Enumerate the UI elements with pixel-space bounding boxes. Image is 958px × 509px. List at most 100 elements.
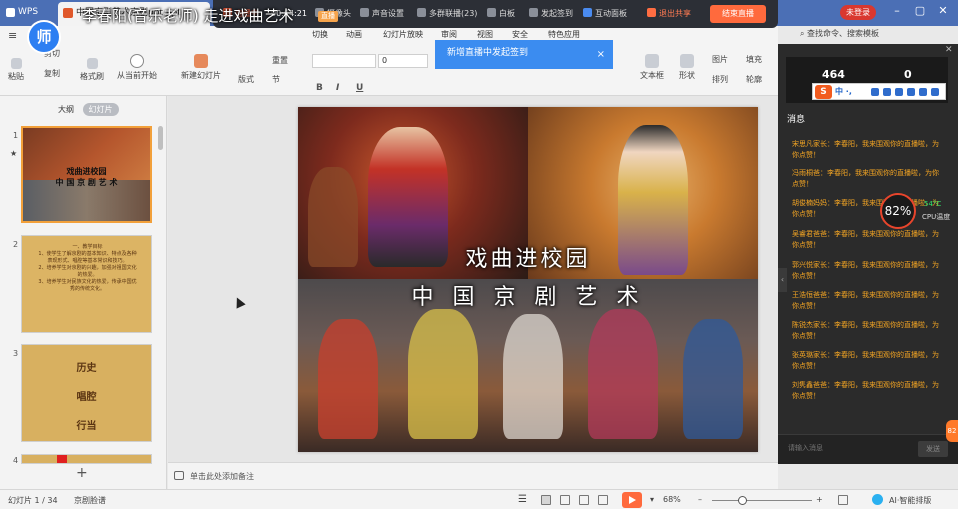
menu-view[interactable]: 视图: [477, 29, 493, 40]
layout-button[interactable]: 版式: [238, 74, 254, 85]
add-slide-button[interactable]: +: [76, 465, 88, 481]
keyboard-icon[interactable]: [895, 88, 903, 96]
slide-thumbnail-2[interactable]: 一、教学目标 1、使学生了解京剧的基本知识、特点及各种表现形式、唱腔等基本常识和…: [21, 235, 152, 333]
chat-message: 吴睿君爸爸：李春阳，我来围观你的直播啦，为你点赞！: [792, 230, 939, 249]
slide-panel: 大纲 幻灯片 1 ★ 戏曲进校园 中 国 京 剧 艺 术 2 一、教学目标 1、…: [0, 96, 167, 489]
notice-close-icon[interactable]: ×: [597, 49, 605, 60]
slide-thumbnail-4[interactable]: [21, 454, 152, 464]
panel-icon: [583, 8, 592, 17]
thumb-subtitle: 中 国 京 剧 艺 术: [55, 178, 118, 187]
viewer-count: 464: [822, 68, 845, 81]
cpu-usage-widget[interactable]: 82%: [880, 193, 916, 229]
notes-toggle-icon[interactable]: ☰: [518, 495, 528, 505]
panel-scrollbar[interactable]: [158, 126, 163, 150]
font-name-combo[interactable]: [312, 54, 376, 68]
normal-view-icon[interactable]: [541, 495, 551, 505]
wps-home-tab[interactable]: WPS: [4, 3, 44, 22]
panel-tabs: 大纲 幻灯片: [52, 103, 119, 116]
slide-thumbnail-3[interactable]: 历史 唱腔 行当: [21, 344, 152, 442]
ribbon: ≡ 切换 动画 幻灯片放映 审阅 视图 安全 特色应用 粘贴 剪切 复制 格式刷…: [0, 26, 778, 96]
underline-button[interactable]: U: [356, 83, 363, 93]
font-size-combo[interactable]: 0: [378, 54, 428, 68]
italic-button[interactable]: I: [336, 83, 339, 93]
shape-button[interactable]: 形状: [679, 54, 695, 81]
copy-button[interactable]: 复制: [44, 68, 60, 79]
ime-language[interactable]: 中 ·,: [835, 86, 852, 97]
textbox-button[interactable]: 文本框: [640, 54, 664, 81]
presenter-view-icon[interactable]: [598, 495, 608, 505]
fit-window-icon[interactable]: [838, 495, 848, 505]
arrange-button[interactable]: 排列: [712, 74, 728, 85]
whiteboard-button[interactable]: 白板: [487, 0, 515, 28]
tab-slides[interactable]: 幻灯片: [82, 103, 119, 116]
interaction-panel-button[interactable]: 互动面板: [583, 0, 627, 28]
check-in-button[interactable]: 发起签到: [529, 0, 573, 28]
multi-group-button[interactable]: 多群联播(23): [417, 0, 477, 28]
voice-icon[interactable]: [883, 88, 891, 96]
notes-pane[interactable]: 单击此处添加备注: [168, 462, 778, 489]
thumb-text: 一、教学目标 1、使学生了解京剧的基本知识、特点及各种表现形式、唱腔等基本常识和…: [38, 244, 137, 292]
slide-canvas: 戏曲进校园 中 国 京 剧 艺 术: [168, 96, 778, 462]
play-from-current-button[interactable]: 从当前开始: [117, 54, 157, 81]
cpu-temperature-label: CPU温度: [922, 213, 951, 221]
fill-button[interactable]: 填充: [746, 54, 762, 65]
slide-sorter-view-icon[interactable]: [560, 495, 570, 505]
whiteboard-icon: [487, 8, 496, 17]
input-method-toolbar[interactable]: S 中 ·,: [812, 83, 946, 100]
menu-animation[interactable]: 动画: [346, 29, 362, 40]
cpu-temperature: 54°C: [924, 200, 942, 208]
chat-input[interactable]: 请输入消息: [788, 443, 823, 453]
teacher-title: 李春阳(音乐老师) 走进戏曲艺术: [82, 7, 294, 25]
wps-logo-icon: [6, 8, 15, 17]
ime-menu-icon[interactable]: [931, 88, 939, 96]
check-in-notice: 新增直播中发起签到 ×: [435, 40, 613, 69]
close-icon[interactable]: ✕: [936, 4, 950, 17]
emoji-icon[interactable]: [871, 88, 879, 96]
current-slide[interactable]: 戏曲进校园 中 国 京 剧 艺 术: [298, 107, 758, 452]
skin-icon[interactable]: [907, 88, 915, 96]
chat-close-icon[interactable]: ✕: [945, 45, 953, 55]
login-button[interactable]: 未登录: [840, 5, 876, 20]
menu-security[interactable]: 安全: [512, 29, 528, 40]
zoom-level[interactable]: 68%: [663, 495, 681, 504]
notes-icon: [174, 471, 184, 480]
exit-share-button[interactable]: 退出共享: [647, 0, 691, 28]
new-slide-button[interactable]: 新建幻灯片: [181, 54, 221, 81]
zoom-slider-handle[interactable]: [738, 496, 747, 505]
theme-name[interactable]: 京剧脸谱: [74, 495, 106, 506]
command-search[interactable]: ⌕ 查找命令、搜索模板: [800, 28, 879, 39]
reading-view-icon[interactable]: [579, 495, 589, 505]
menu-special-apps[interactable]: 特色应用: [548, 29, 580, 40]
zoom-in-button[interactable]: +: [816, 495, 823, 504]
slideshow-options-icon[interactable]: ▾: [650, 495, 654, 504]
outline-button[interactable]: 轮廓: [746, 74, 762, 85]
menu-transition[interactable]: 切换: [312, 29, 328, 40]
slideshow-play-button[interactable]: [622, 492, 642, 508]
collapse-chat-icon[interactable]: ‹: [778, 268, 787, 292]
main-menu-icon[interactable]: ≡: [8, 29, 17, 42]
toolbox-icon[interactable]: [919, 88, 927, 96]
paste-button[interactable]: 粘贴: [8, 58, 24, 82]
section-button[interactable]: 节: [272, 74, 280, 85]
ai-layout-icon: [872, 494, 883, 505]
slide-number: 3: [13, 349, 19, 358]
chat-input-area: 请输入消息 发送: [778, 434, 958, 464]
minimize-icon[interactable]: –: [890, 4, 904, 17]
reset-button[interactable]: 重置: [272, 55, 288, 66]
menu-slideshow[interactable]: 幻灯片放映: [383, 29, 423, 40]
sound-settings-button[interactable]: 声音设置: [360, 0, 404, 28]
format-painter-button[interactable]: 格式刷: [80, 58, 104, 82]
group-icon: [417, 8, 426, 17]
zoom-out-button[interactable]: –: [698, 495, 702, 504]
send-button[interactable]: 发送: [918, 441, 948, 457]
ai-layout-button[interactable]: AI·智能排版: [889, 495, 931, 506]
end-live-button[interactable]: 结束直播: [710, 5, 766, 23]
slide-thumbnail-1[interactable]: 戏曲进校园 中 国 京 剧 艺 术: [21, 126, 152, 223]
zoom-slider-track[interactable]: [712, 500, 812, 501]
picture-button[interactable]: 图片: [712, 54, 728, 65]
bold-button[interactable]: B: [316, 83, 323, 93]
side-floating-tab[interactable]: 82: [946, 420, 958, 442]
menu-review[interactable]: 审阅: [441, 29, 457, 40]
maximize-icon[interactable]: ▢: [913, 4, 927, 17]
tab-outline[interactable]: 大纲: [52, 103, 80, 116]
